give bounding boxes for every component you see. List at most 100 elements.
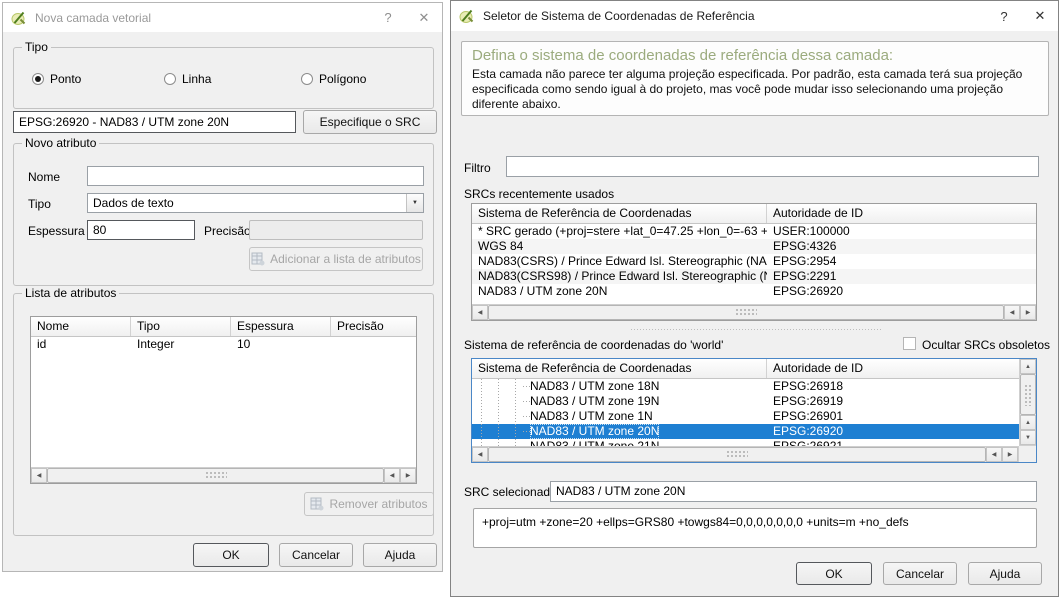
crs-authid-cell: EPSG:2291 xyxy=(767,269,1036,284)
crs-name-cell: * SRC gerado (+proj=stere +lat_0=47.25 +… xyxy=(472,224,767,239)
name-input[interactable] xyxy=(87,166,424,186)
vertical-scrollbar[interactable]: ▲ ▲ ▼ xyxy=(1019,359,1036,446)
radio-ponto[interactable]: Ponto xyxy=(32,72,81,86)
selected-crs-field[interactable]: NAD83 / UTM zone 20N xyxy=(550,481,1037,502)
specify-crs-button[interactable]: Especifique o SRC xyxy=(303,110,437,134)
type-combobox[interactable]: Dados de texto ▼ xyxy=(87,193,424,213)
attr-name-cell: id xyxy=(31,337,131,352)
recent-row[interactable]: NAD83(CSRS98) / Prince Edward Isl. Stere… xyxy=(472,269,1036,284)
scrollbar-thumb[interactable] xyxy=(488,447,986,462)
column-header[interactable]: Tipo xyxy=(131,317,231,336)
scroll-left-icon[interactable]: ◀ xyxy=(31,468,47,483)
crs-selector-dialog: Seletor de Sistema de Coordenadas de Ref… xyxy=(450,0,1059,597)
scrollbar-thumb[interactable] xyxy=(47,468,384,483)
column-header[interactable]: Autoridade de ID xyxy=(767,359,1019,378)
tree-indent xyxy=(472,409,530,424)
help-icon[interactable]: ? xyxy=(370,3,406,32)
scroll-up-icon[interactable]: ▲ xyxy=(1020,359,1036,374)
recent-row[interactable]: WGS 84 EPSG:4326 xyxy=(472,239,1036,254)
scroll-left-icon[interactable]: ◀ xyxy=(1004,305,1020,320)
table-row[interactable]: id Integer 10 xyxy=(31,337,416,352)
column-header[interactable]: Sistema de Referência de Coordenadas xyxy=(472,359,767,378)
help-button[interactable]: Ajuda xyxy=(968,562,1042,585)
precision-input[interactable] xyxy=(249,220,423,240)
crs-display-field[interactable]: EPSG:26920 - NAD83 / UTM zone 20N xyxy=(13,111,296,133)
hide-obsolete-checkbox[interactable] xyxy=(903,337,916,350)
scroll-left-icon[interactable]: ◀ xyxy=(472,305,488,320)
crs-tree-row[interactable]: NAD83 / UTM zone 18N EPSG:26918 xyxy=(472,379,1019,394)
scrollbar-thumb[interactable] xyxy=(1020,374,1036,415)
scroll-right-icon[interactable]: ▶ xyxy=(1002,447,1018,462)
column-header[interactable]: Espessura xyxy=(231,317,331,336)
close-icon[interactable]: ✕ xyxy=(1022,1,1058,31)
crs-table-header[interactable]: Sistema de Referência de Coordenadas Aut… xyxy=(472,359,1019,379)
column-header[interactable]: Sistema de Referência de Coordenadas xyxy=(472,204,767,223)
titlebar[interactable]: Seletor de Sistema de Coordenadas de Ref… xyxy=(451,1,1058,31)
filter-input[interactable] xyxy=(506,156,1039,177)
crs-tree-table[interactable]: Sistema de Referência de Coordenadas Aut… xyxy=(471,358,1037,463)
type-groupbox: Tipo Ponto Linha Polígono xyxy=(13,47,434,109)
radio-circle-icon xyxy=(301,73,313,85)
attribute-table-header[interactable]: Nome Tipo Espessura Precisão xyxy=(31,317,416,337)
crs-tree-row-selected[interactable]: NAD83 / UTM zone 20N EPSG:26920 xyxy=(472,424,1019,439)
scroll-down-icon[interactable]: ▼ xyxy=(1020,430,1036,445)
help-icon[interactable]: ? xyxy=(986,1,1022,31)
recent-row[interactable]: * SRC gerado (+proj=stere +lat_0=47.25 +… xyxy=(472,224,1036,239)
attribute-list-groupbox: Lista de atributos Nome Tipo Espessura P… xyxy=(13,293,434,536)
help-button[interactable]: Ajuda xyxy=(363,543,437,567)
width-input[interactable]: 80 xyxy=(87,220,195,240)
scroll-left-icon[interactable]: ◀ xyxy=(472,447,488,462)
dialog-title: Seletor de Sistema de Coordenadas de Ref… xyxy=(483,9,986,23)
scroll-left-icon[interactable]: ◀ xyxy=(384,468,400,483)
crs-name-cell: NAD83 / UTM zone 19N xyxy=(530,394,659,409)
attribute-table[interactable]: Nome Tipo Espessura Precisão id Integer … xyxy=(30,316,417,484)
scrollbar-thumb[interactable] xyxy=(488,305,1004,320)
remove-attribute-icon xyxy=(310,497,324,511)
crs-authid-cell: EPSG:26918 xyxy=(767,379,1019,394)
crs-tree-row[interactable]: NAD83 / UTM zone 19N EPSG:26919 xyxy=(472,394,1019,409)
chevron-down-icon[interactable]: ▼ xyxy=(406,194,423,212)
horizontal-scrollbar[interactable]: ◀ ◀ ▶ xyxy=(31,467,416,483)
recent-row[interactable]: NAD83 / UTM zone 20N EPSG:26920 xyxy=(472,284,1036,299)
radio-label: Linha xyxy=(182,72,211,86)
close-icon[interactable]: ✕ xyxy=(406,3,442,32)
world-crs-label: Sistema de referência de coordenadas do … xyxy=(464,338,723,352)
add-attribute-button[interactable]: Adicionar a lista de atributos xyxy=(249,247,423,271)
radio-linha[interactable]: Linha xyxy=(164,72,211,86)
column-header[interactable]: Nome xyxy=(31,317,131,336)
dialog-button-row: OK Cancelar Ajuda xyxy=(796,562,1042,585)
cancel-button[interactable]: Cancelar xyxy=(279,543,353,567)
type-combobox-value: Dados de texto xyxy=(93,196,174,210)
recent-crs-table[interactable]: Sistema de Referência de Coordenadas Aut… xyxy=(471,203,1037,321)
add-attribute-label: Adicionar a lista de atributos xyxy=(270,252,421,266)
column-header[interactable]: Autoridade de ID xyxy=(767,204,1036,223)
attr-type-cell: Integer xyxy=(131,337,231,352)
horizontal-scrollbar[interactable]: ◀ ◀ ▶ xyxy=(472,446,1019,462)
proj4-definition: +proj=utm +zone=20 +ellps=GRS80 +towgs84… xyxy=(473,508,1037,548)
attr-precision-cell xyxy=(331,337,416,352)
ok-button[interactable]: OK xyxy=(796,562,872,585)
radio-circle-icon xyxy=(32,73,44,85)
recent-row[interactable]: NAD83(CSRS) / Prince Edward Isl. Stereog… xyxy=(472,254,1036,269)
titlebar[interactable]: Nova camada vetorial ? ✕ xyxy=(3,3,442,32)
scrollbar-grip xyxy=(726,450,748,459)
crs-banner: Defina o sistema de coordenadas de refer… xyxy=(461,41,1049,116)
scroll-right-icon[interactable]: ▶ xyxy=(1020,305,1036,320)
banner-heading: Defina o sistema de coordenadas de refer… xyxy=(472,47,1038,64)
scrollbar-corner xyxy=(1019,446,1036,462)
radio-poligono[interactable]: Polígono xyxy=(301,72,366,86)
tree-indent xyxy=(472,394,530,409)
recent-table-header[interactable]: Sistema de Referência de Coordenadas Aut… xyxy=(472,204,1036,224)
scroll-left-icon[interactable]: ◀ xyxy=(986,447,1002,462)
remove-attribute-button[interactable]: Remover atributos xyxy=(304,492,434,516)
cancel-button[interactable]: Cancelar xyxy=(883,562,957,585)
horizontal-scrollbar[interactable]: ◀ ◀ ▶ xyxy=(472,304,1036,320)
crs-tree-row[interactable]: NAD83 / UTM zone 1N EPSG:26901 xyxy=(472,409,1019,424)
splitter-handle[interactable] xyxy=(631,328,881,331)
scroll-up-icon[interactable]: ▲ xyxy=(1020,415,1036,430)
column-header[interactable]: Precisão xyxy=(331,317,416,336)
ok-button[interactable]: OK xyxy=(193,543,269,567)
crs-name-cell: NAD83 / UTM zone 1N xyxy=(530,409,653,424)
scroll-right-icon[interactable]: ▶ xyxy=(400,468,416,483)
precision-label: Precisão xyxy=(204,224,251,238)
